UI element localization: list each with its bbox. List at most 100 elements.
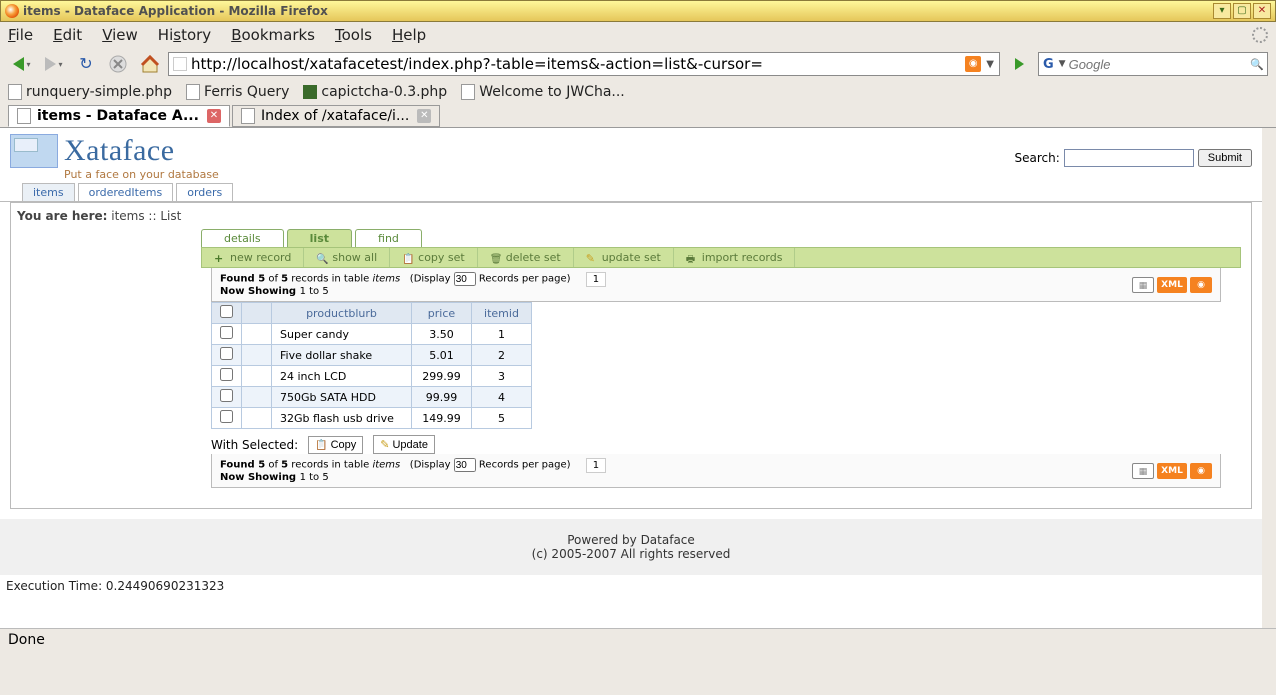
action-bar: new record show all copy set delete set …	[201, 247, 1241, 268]
menu-file[interactable]: File	[8, 26, 33, 44]
table-tabs: items orderedItems orders	[0, 183, 1262, 201]
result-controller-top: Found 5 of 5 records in table items (Dis…	[211, 268, 1221, 302]
select-all-checkbox[interactable]	[220, 305, 233, 318]
view-tab-list[interactable]: list	[287, 229, 352, 247]
search-engine-input[interactable]	[1069, 57, 1247, 72]
window-title: items - Dataface Application - Mozilla F…	[23, 4, 328, 18]
delete-icon	[490, 252, 502, 264]
view-tab-find[interactable]: find	[355, 229, 422, 247]
page-icon	[17, 108, 31, 124]
view-tab-details[interactable]: details	[201, 229, 284, 247]
browser-tabs: items - Dataface A... ✕ Index of /xatafa…	[0, 104, 1276, 128]
close-button[interactable]: ✕	[1253, 3, 1271, 19]
page-icon	[241, 108, 255, 124]
page-icon	[8, 84, 22, 100]
search-submit-icon[interactable]: 🔍	[1247, 58, 1267, 71]
row-checkbox[interactable]	[220, 389, 233, 402]
action-show-all[interactable]: show all	[304, 248, 390, 267]
search-engine-box[interactable]: G ▼ 🔍	[1038, 52, 1268, 76]
rss-icon[interactable]: ◉	[1190, 463, 1212, 479]
home-button[interactable]	[136, 51, 164, 77]
url-input[interactable]	[191, 55, 963, 73]
menu-help[interactable]: Help	[392, 26, 426, 44]
bookmarks-toolbar: runquery-simple.php Ferris Query capictc…	[0, 80, 1276, 104]
table-row[interactable]: Five dollar shake5.012	[212, 345, 532, 366]
back-button[interactable]: ▾	[8, 51, 36, 77]
col-itemid[interactable]: itemid	[472, 303, 532, 324]
tab-ordereditems[interactable]: orderedItems	[78, 183, 174, 201]
menu-bar: File Edit View History Bookmarks Tools H…	[0, 22, 1276, 48]
minimize-button[interactable]: ▾	[1213, 3, 1231, 19]
status-bar: Done	[0, 628, 1276, 650]
action-delete-set[interactable]: delete set	[478, 248, 574, 267]
page-footer: Powered by Dataface (c) 2005-2007 All ri…	[0, 519, 1262, 575]
bookmark-runquery[interactable]: runquery-simple.php	[8, 84, 172, 100]
search-label: Search:	[1014, 151, 1059, 165]
throbber-icon	[1252, 27, 1268, 43]
stop-button[interactable]	[104, 51, 132, 77]
magnifier-icon	[316, 252, 328, 264]
page-icon	[186, 84, 200, 100]
feed-icon[interactable]: ◉	[965, 56, 981, 72]
menu-edit[interactable]: Edit	[53, 26, 82, 44]
search-engine-dropdown-icon[interactable]: ▼	[1056, 59, 1069, 69]
page-content: Xataface Put a face on your database Sea…	[0, 128, 1276, 628]
maximize-button[interactable]: ▢	[1233, 3, 1251, 19]
update-selected-button[interactable]: Update	[373, 435, 435, 454]
action-new-record[interactable]: new record	[202, 248, 304, 267]
url-dropdown-icon[interactable]: ▼	[983, 59, 997, 70]
logo-text: Xataface	[64, 134, 219, 168]
records-per-page-input[interactable]	[454, 458, 476, 472]
reload-button[interactable]: ↻	[72, 51, 100, 77]
firefox-icon	[5, 4, 19, 18]
tab-close-icon[interactable]: ✕	[417, 109, 431, 123]
table-row[interactable]: Super candy3.501	[212, 324, 532, 345]
col-price[interactable]: price	[412, 303, 472, 324]
action-copy-set[interactable]: copy set	[390, 248, 478, 267]
search-submit-button[interactable]: Submit	[1198, 149, 1252, 167]
records-per-page-input[interactable]	[454, 272, 476, 286]
google-icon: G	[1039, 57, 1056, 72]
bookmark-jwcha[interactable]: Welcome to JWCha...	[461, 84, 625, 100]
tab-close-icon[interactable]: ✕	[207, 109, 221, 123]
bookmark-ferris[interactable]: Ferris Query	[186, 84, 289, 100]
copy-icon	[402, 252, 414, 264]
plus-icon	[214, 252, 226, 264]
table-row[interactable]: 24 inch LCD299.993	[212, 366, 532, 387]
tab-items[interactable]: items	[22, 183, 75, 201]
with-selected: With Selected: Copy Update	[211, 435, 1241, 454]
browser-tab-index[interactable]: Index of /xataface/i... ✕	[232, 105, 440, 127]
rss-icon[interactable]: ◉	[1190, 277, 1212, 293]
logo-tagline: Put a face on your database	[64, 168, 219, 181]
table-row[interactable]: 32Gb flash usb drive149.995	[212, 408, 532, 429]
grid-view-icon[interactable]: ▦	[1132, 277, 1154, 293]
page-number[interactable]: 1	[586, 458, 606, 473]
page-number[interactable]: 1	[586, 272, 606, 287]
go-button[interactable]	[1008, 53, 1030, 75]
row-checkbox[interactable]	[220, 347, 233, 360]
menu-view[interactable]: View	[102, 26, 138, 44]
xataface-logo[interactable]: Xataface Put a face on your database	[10, 134, 219, 181]
action-import-records[interactable]: import records	[674, 248, 796, 267]
menu-tools[interactable]: Tools	[335, 26, 372, 44]
grid-view-icon[interactable]: ▦	[1132, 463, 1154, 479]
page-icon	[461, 84, 475, 100]
copy-selected-button[interactable]: Copy	[308, 436, 363, 454]
forward-button[interactable]: ▾	[40, 51, 68, 77]
tab-orders[interactable]: orders	[176, 183, 233, 201]
url-bar[interactable]: ◉ ▼	[168, 52, 1000, 76]
image-icon	[303, 85, 317, 99]
bookmark-capictcha[interactable]: capictcha-0.3.php	[303, 84, 447, 100]
col-productblurb[interactable]: productblurb	[272, 303, 412, 324]
row-checkbox[interactable]	[220, 326, 233, 339]
search-input[interactable]	[1064, 149, 1194, 167]
table-row[interactable]: 750Gb SATA HDD99.994	[212, 387, 532, 408]
xml-export-icon[interactable]: XML	[1157, 463, 1187, 479]
menu-history[interactable]: History	[158, 26, 211, 44]
menu-bookmarks[interactable]: Bookmarks	[231, 26, 315, 44]
row-checkbox[interactable]	[220, 368, 233, 381]
row-checkbox[interactable]	[220, 410, 233, 423]
action-update-set[interactable]: update set	[574, 248, 674, 267]
xml-export-icon[interactable]: XML	[1157, 277, 1187, 293]
browser-tab-items[interactable]: items - Dataface A... ✕	[8, 105, 230, 127]
